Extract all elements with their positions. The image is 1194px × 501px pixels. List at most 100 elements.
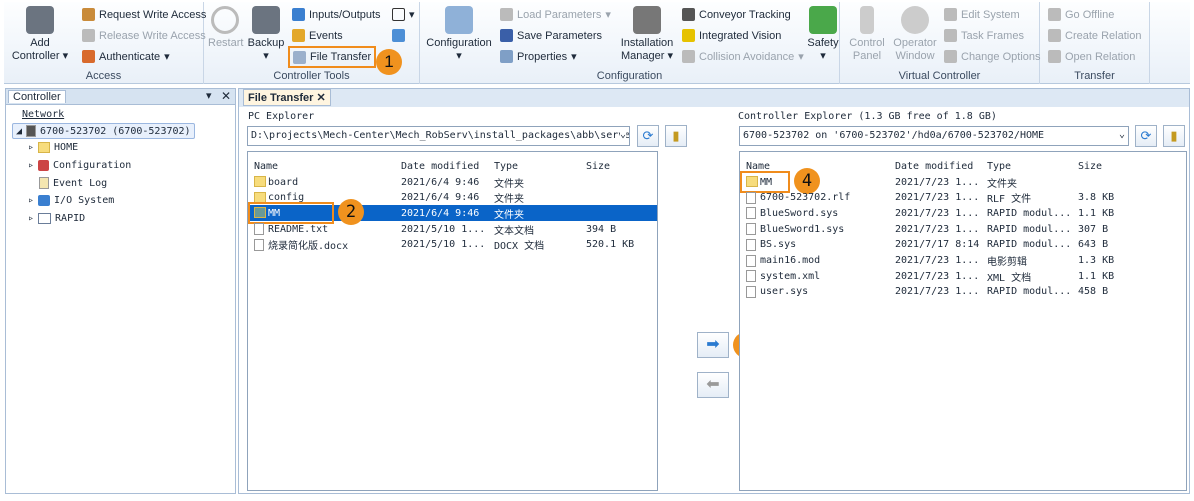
add-controller-button[interactable]: Add Controller ▾ — [10, 6, 70, 63]
file-icon — [254, 238, 264, 251]
cell-name: 烧录简化版.docx — [268, 241, 349, 253]
transfer-to-pc-button[interactable]: ⬅ — [697, 372, 729, 398]
group-label: Virtual Controller — [898, 70, 981, 82]
pin-icon[interactable]: ▾ — [206, 89, 212, 102]
controller-file-list[interactable]: Name Date modified Type Size MM 2021/7/23 1..… — [739, 151, 1187, 491]
file-row[interactable]: board 2021/6/4 9:46 文件夹 — [248, 174, 657, 190]
io-button[interactable]: Inputs/Outputs — [292, 8, 381, 21]
events-icon — [292, 29, 305, 42]
tree-item-event-log[interactable]: Event Log — [39, 177, 107, 189]
restart-button[interactable]: Restart — [208, 6, 243, 50]
controller-up-folder-button[interactable]: ▮ — [1163, 125, 1185, 147]
column-header-size[interactable]: Size — [586, 161, 610, 172]
configuration-button[interactable]: Configuration ▾ — [424, 6, 494, 63]
tree-item-rapid[interactable]: ▹ RAPID — [28, 213, 85, 224]
tree-item-io-system[interactable]: ▹ I/O System — [28, 195, 114, 206]
column-header-type[interactable]: Type — [987, 161, 1011, 172]
event-log-icon — [39, 177, 49, 189]
cell-type: 文件夹 — [494, 209, 524, 221]
create-relation-button[interactable]: Create Relation — [1048, 29, 1141, 42]
file-row[interactable]: 烧录简化版.docx 2021/5/10 1... DOCX 文档 520.1 KB — [248, 237, 657, 253]
integrated-vision-button[interactable]: Integrated Vision — [682, 29, 781, 42]
collision-avoidance-button[interactable]: Collision Avoidance ▾ — [682, 50, 804, 63]
tree-item-configuration[interactable]: ▹ Configuration — [28, 160, 131, 171]
file-row[interactable]: BlueSword.sys 2021/7/23 1... RAPID modul..… — [740, 205, 1186, 221]
file-icon — [746, 270, 756, 283]
file-icon — [746, 254, 756, 267]
go-offline-button[interactable]: Go Offline — [1048, 8, 1114, 21]
window-icon — [392, 8, 405, 21]
properties-button[interactable]: Properties ▾ — [500, 50, 577, 63]
request-write-button[interactable]: Request Write Access — [82, 8, 206, 21]
file-row[interactable]: main16.mod 2021/7/23 1... 电影剪辑 1.3 KB — [740, 253, 1186, 269]
task-frames-button[interactable]: Task Frames — [944, 29, 1024, 42]
tree-item-home[interactable]: ▹ HOME — [28, 142, 78, 153]
column-header-name[interactable]: Name — [746, 161, 770, 172]
cell-type: 文本文档 — [494, 225, 534, 237]
pc-file-list[interactable]: Name Date modified Type Size board 2021/6/4 9… — [247, 151, 658, 491]
column-header-name[interactable]: Name — [254, 161, 278, 172]
control-panel-button[interactable]: Control Panel — [844, 6, 890, 63]
events-button[interactable]: Events — [292, 29, 343, 42]
change-options-button[interactable]: Change Options — [944, 50, 1041, 63]
file-row[interactable]: MM 2021/6/4 9:46 文件夹 2 — [248, 199, 657, 226]
release-write-button[interactable]: Release Write Access — [82, 29, 206, 42]
column-header: Name Date modified Type Size — [248, 158, 657, 174]
close-tab-icon[interactable]: ✕ — [316, 92, 325, 104]
chevron-down-icon[interactable]: ⌄ — [619, 129, 626, 140]
cell-type: RAPID modul... — [987, 239, 1072, 251]
column-header-date-modified[interactable]: Date modified — [401, 161, 479, 172]
cell-date: 2021/7/23 1... — [895, 223, 980, 235]
pc-up-folder-button[interactable]: ▮ — [665, 125, 687, 147]
file-row[interactable]: 6700-523702.rlf 2021/7/23 1... RLF 文件 3.8 K… — [740, 190, 1186, 206]
file-row[interactable]: README.txt 2021/5/10 1... 文本文档 394 B — [248, 221, 657, 237]
file-row[interactable]: BS.sys 2021/7/17 8:14 RAPID modul... 643 B — [740, 237, 1186, 253]
controller-explorer-title: Controller Explorer (1.3 GB free of 1.8 … — [738, 111, 997, 122]
group-transfer: Go Offline Create Relation Open Relation… — [1040, 2, 1150, 84]
conveyor-icon — [682, 8, 695, 21]
cell-type: 文件夹 — [494, 194, 524, 206]
backup-button[interactable]: Backup ▾ — [246, 6, 286, 63]
safety-button[interactable]: Safety ▾ — [806, 6, 840, 63]
controller-path-combo[interactable]: 6700-523702 on '6700-523702'/hd0a/6700-5… — [739, 126, 1129, 146]
column-header-size[interactable]: Size — [1078, 161, 1102, 172]
cell-size: 394 B — [586, 223, 617, 235]
save-parameters-button[interactable]: Save Parameters — [500, 29, 602, 42]
file-row[interactable]: MM 2021/7/23 1... 文件夹 4 — [740, 168, 1186, 194]
transfer-to-controller-button[interactable]: ➡ — [697, 332, 729, 358]
camera-icon — [682, 29, 695, 42]
open-relation-button[interactable]: Open Relation — [1048, 50, 1135, 63]
authenticate-button[interactable]: Authenticate ▾ — [82, 50, 170, 63]
operator-icon — [901, 6, 929, 34]
conveyor-tracking-button[interactable]: Conveyor Tracking — [682, 8, 791, 21]
pc-refresh-button[interactable]: ⟳ — [637, 125, 659, 147]
file-icon — [746, 223, 756, 236]
controller-node[interactable]: ◢ 6700-523702 (6700-523702) — [12, 123, 195, 139]
file-row[interactable]: BlueSword1.sys 2021/7/23 1... RAPID modul.… — [740, 221, 1186, 237]
pc-explorer-title: PC Explorer — [248, 111, 315, 122]
controller-tab[interactable]: Controller — [8, 90, 66, 103]
ribbon: Add Controller ▾ Request Write Access Re… — [4, 2, 1190, 84]
task-frames-icon — [944, 29, 957, 42]
controller-refresh-button[interactable]: ⟳ — [1135, 125, 1157, 147]
cell-type: 文件夹 — [987, 178, 1017, 190]
file-row[interactable]: user.sys 2021/7/23 1... RAPID modul... 458 … — [740, 284, 1186, 300]
network-button[interactable] — [392, 29, 405, 42]
cell-size: 307 B — [1078, 223, 1109, 235]
file-transfer-tab[interactable]: File Transfer ✕ — [243, 89, 331, 106]
chevron-down-icon[interactable]: ⌄ — [1118, 129, 1125, 140]
cell-type: RAPID modul... — [987, 207, 1072, 219]
installation-manager-button[interactable]: Installation Manager ▾ — [616, 6, 678, 63]
folder-icon — [254, 191, 266, 203]
window-dropdown[interactable]: ▾ — [392, 8, 415, 21]
column-header-date-modified[interactable]: Date modified — [895, 161, 973, 172]
column-header-type[interactable]: Type — [494, 161, 518, 172]
operator-window-button[interactable]: Operator Window — [890, 6, 940, 63]
close-icon[interactable]: ✕ — [221, 89, 231, 103]
pc-path-combo[interactable]: D:\projects\Mech-Center\Mech_RobServ\ins… — [247, 126, 630, 146]
edit-system-button[interactable]: Edit System — [944, 8, 1020, 21]
cell-size: 1.3 KB — [1078, 255, 1115, 266]
file-transfer-button[interactable]: File Transfer — [288, 46, 377, 68]
load-parameters-button[interactable]: Load Parameters ▾ — [500, 8, 611, 21]
file-row[interactable]: system.xml 2021/7/23 1... XML 文档 1.1 KB — [740, 268, 1186, 284]
